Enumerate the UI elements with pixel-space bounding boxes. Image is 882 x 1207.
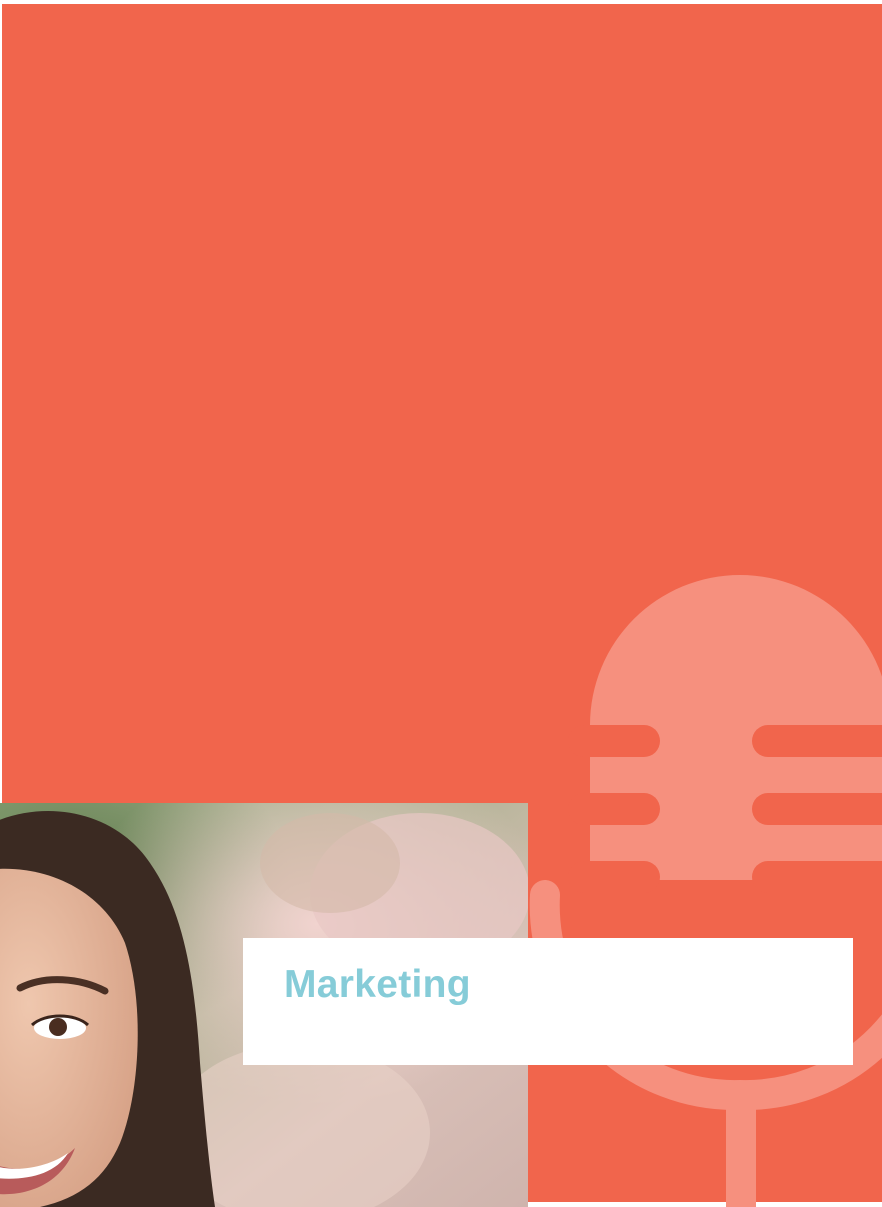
document-cover: Marketing [0, 0, 882, 1207]
title-card: Marketing [243, 938, 853, 1065]
cover-title: Marketing [284, 963, 471, 1006]
